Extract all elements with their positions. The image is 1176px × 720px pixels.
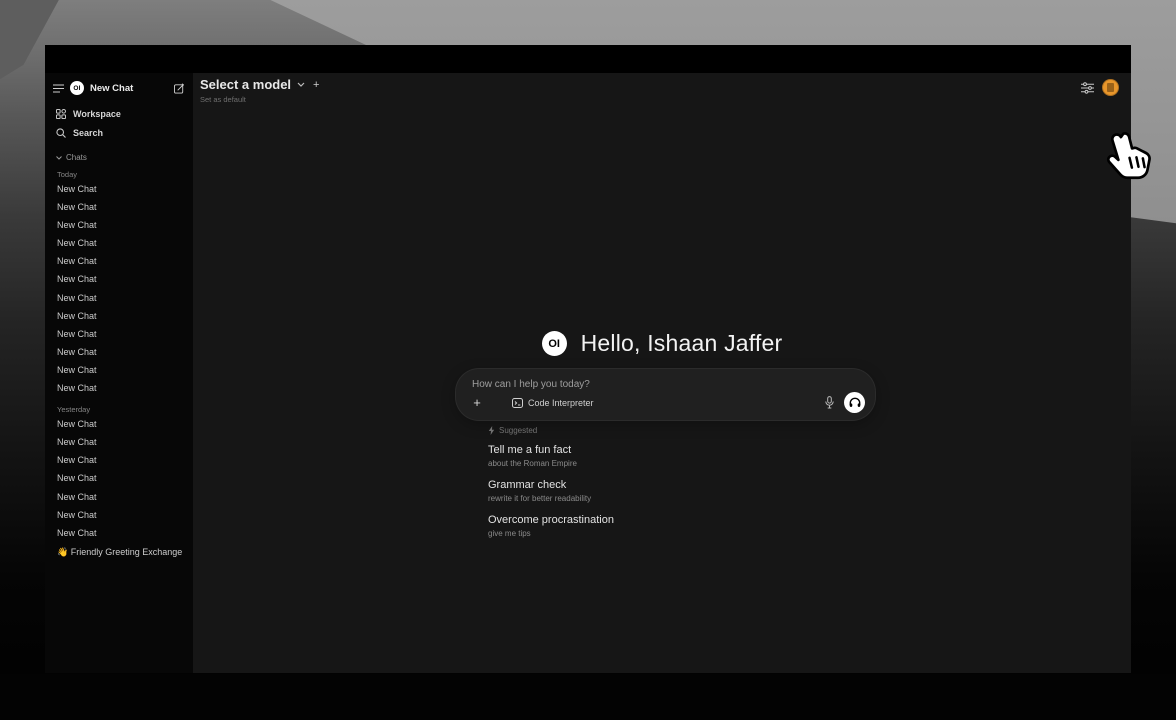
chat-item[interactable]: New Chat: [53, 451, 185, 469]
chat-item[interactable]: New Chat: [53, 234, 185, 252]
new-chat-icon[interactable]: [174, 83, 185, 94]
chat-item[interactable]: New Chat: [53, 289, 185, 307]
chat-item[interactable]: New Chat: [53, 198, 185, 216]
chat-item[interactable]: New Chat: [53, 270, 185, 288]
microphone-icon[interactable]: [825, 396, 834, 409]
suggested-header: Suggested: [488, 425, 868, 435]
chat-composer: + Code Interpreter: [455, 368, 876, 421]
sidebar: OI New Chat Workspace: [45, 73, 193, 673]
suggestion-item[interactable]: Overcome procrastination give me tips: [488, 514, 868, 540]
sidebar-item-workspace[interactable]: Workspace: [53, 104, 185, 123]
suggestion-item[interactable]: Tell me a fun fact about the Roman Empir…: [488, 444, 868, 470]
app-logo: OI: [542, 331, 567, 356]
add-model-button[interactable]: +: [313, 79, 319, 91]
sparkle-icon: [488, 426, 495, 435]
chat-group-label: Yesterday: [53, 405, 185, 415]
chat-item[interactable]: New Chat: [53, 524, 185, 542]
chat-item[interactable]: New Chat: [53, 506, 185, 524]
chat-groups: Today New ChatNew ChatNew ChatNew ChatNe…: [53, 162, 185, 542]
code-interpreter-toggle[interactable]: Code Interpreter: [512, 398, 594, 408]
chevron-down-icon: [56, 156, 62, 160]
chat-item[interactable]: New Chat: [53, 307, 185, 325]
terminal-icon: [512, 398, 523, 408]
app-logo: OI: [70, 81, 84, 95]
chat-group-label: Today: [53, 170, 185, 180]
model-selector[interactable]: Select a model +: [200, 77, 319, 92]
chat-item[interactable]: New Chat: [53, 488, 185, 506]
chat-item[interactable]: New Chat: [53, 343, 185, 361]
suggestion-item[interactable]: Grammar check rewrite it for better read…: [488, 479, 868, 505]
set-as-default-button[interactable]: Set as default: [200, 95, 319, 104]
chat-item[interactable]: New Chat: [53, 216, 185, 234]
message-input[interactable]: [456, 369, 875, 390]
sidebar-toggle-icon[interactable]: [53, 84, 64, 93]
window-top-strip: [45, 45, 1131, 73]
chats-section-header[interactable]: Chats: [53, 153, 185, 162]
greeting-text: Hello, Ishaan Jaffer: [581, 330, 783, 357]
headphones-icon: [849, 397, 861, 408]
app-window: OI New Chat Workspace: [45, 45, 1131, 673]
voice-call-button[interactable]: [844, 392, 865, 413]
sidebar-item-search[interactable]: Search: [53, 123, 185, 142]
attach-button[interactable]: +: [470, 396, 484, 409]
user-avatar[interactable]: [1102, 79, 1119, 96]
chat-item[interactable]: New Chat: [53, 469, 185, 487]
background-bottom-bar: [0, 674, 1176, 720]
main-area: Select a model + Set as default OI Hello…: [193, 73, 1131, 673]
sidebar-title: New Chat: [90, 83, 168, 94]
chat-item-named[interactable]: 👋 Friendly Greeting Exchange: [53, 543, 185, 561]
suggestion-list: Tell me a fun fact about the Roman Empir…: [488, 444, 868, 540]
chat-item[interactable]: New Chat: [53, 180, 185, 198]
chat-item[interactable]: New Chat: [53, 325, 185, 343]
chat-item[interactable]: New Chat: [53, 415, 185, 433]
suggested-section: Suggested Tell me a fun fact about the R…: [488, 425, 868, 540]
chat-item[interactable]: New Chat: [53, 252, 185, 270]
model-selector-label: Select a model: [200, 77, 291, 92]
chevron-down-icon: [297, 82, 305, 87]
chat-item[interactable]: New Chat: [53, 379, 185, 397]
chat-item[interactable]: New Chat: [53, 361, 185, 379]
chat-item[interactable]: New Chat: [53, 433, 185, 451]
sidebar-item-label: Workspace: [73, 109, 121, 119]
greeting-hero: OI Hello, Ishaan Jaffer: [193, 330, 1131, 357]
controls-sliders-icon[interactable]: [1081, 82, 1094, 94]
sidebar-item-label: Search: [73, 128, 103, 138]
